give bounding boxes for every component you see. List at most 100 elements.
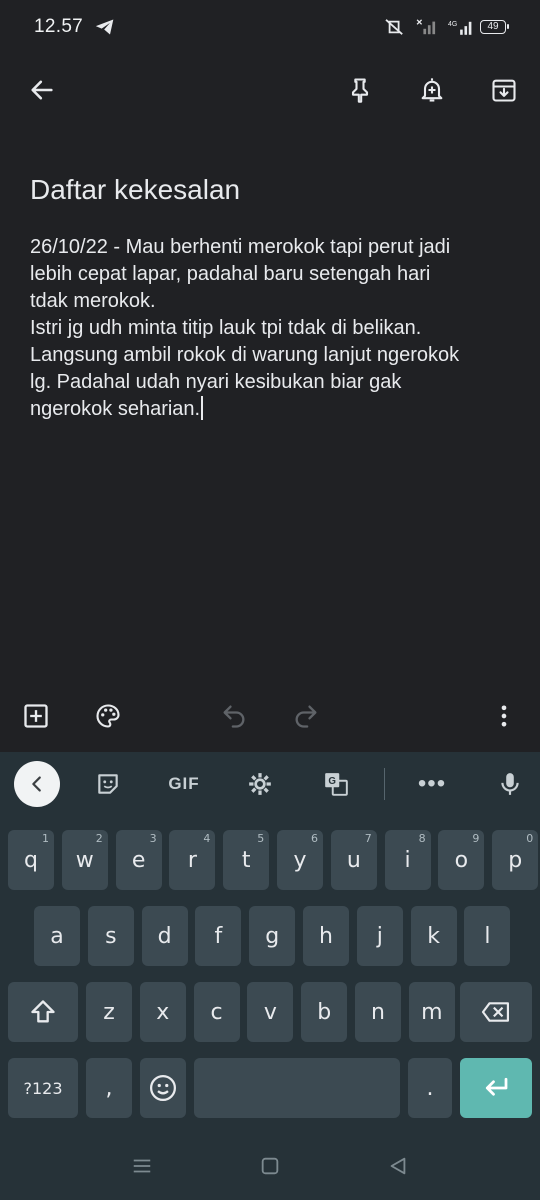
key-label: t <box>241 847 251 873</box>
backspace-icon <box>481 1002 509 1022</box>
home-button[interactable] <box>258 1154 282 1178</box>
note-body[interactable]: 26/10/22 - Mau berhenti merokok tapi per… <box>30 234 510 423</box>
back-nav-button[interactable] <box>386 1154 410 1178</box>
key-hint: 9 <box>472 832 480 845</box>
system-nav-bar <box>0 1132 540 1200</box>
reminder-button[interactable] <box>410 68 454 112</box>
telegram-icon <box>95 18 115 36</box>
note-title[interactable]: Daftar kekesalan <box>30 174 510 206</box>
key-y[interactable]: y6 <box>277 830 323 890</box>
key-label: u <box>346 847 361 873</box>
key-h[interactable]: h <box>303 906 349 966</box>
pin-button[interactable] <box>338 68 382 112</box>
triangle-back-icon <box>390 1157 406 1175</box>
sticker-button[interactable] <box>92 764 124 804</box>
gear-icon <box>249 773 271 795</box>
key-z[interactable]: z <box>86 982 132 1042</box>
shift-key[interactable] <box>8 982 78 1042</box>
emoji-icon <box>150 1075 176 1101</box>
no-signal-icon <box>416 18 438 36</box>
key-m[interactable]: m <box>408 982 455 1042</box>
key-d[interactable]: d <box>141 906 188 966</box>
key-e[interactable]: e3 <box>115 830 162 890</box>
shift-icon <box>31 1000 55 1023</box>
key-g[interactable]: g <box>249 906 296 966</box>
key-s[interactable]: s <box>87 906 134 966</box>
chevron-left-icon <box>32 776 41 792</box>
key-label: o <box>454 847 469 873</box>
more-tools-button[interactable]: ••• <box>410 764 454 804</box>
key-hint: 7 <box>364 832 372 845</box>
redo-button[interactable] <box>286 696 326 736</box>
background-color-button[interactable] <box>88 696 128 736</box>
key-hint: 0 <box>526 832 534 845</box>
undo-button[interactable] <box>214 696 254 736</box>
enter-icon <box>485 1077 508 1096</box>
archive-button[interactable] <box>482 68 526 112</box>
redo-icon <box>295 705 317 728</box>
key-label: i <box>404 847 411 873</box>
key-n[interactable]: n <box>355 982 401 1042</box>
svg-text:4G: 4G <box>448 21 457 28</box>
key-x[interactable]: x <box>139 982 186 1042</box>
arrow-back-icon <box>31 80 53 100</box>
key-v[interactable]: v <box>247 982 294 1042</box>
add-content-button[interactable] <box>16 696 56 736</box>
key-i[interactable]: i8 <box>384 830 431 890</box>
key-hint: 6 <box>311 832 318 845</box>
key-c[interactable]: c <box>193 982 240 1042</box>
comma-key[interactable]: , <box>86 1058 132 1118</box>
note-toolbar <box>0 60 540 120</box>
more-vert-icon <box>501 705 507 727</box>
key-o[interactable]: o9 <box>438 830 485 890</box>
key-j[interactable]: j <box>356 906 403 966</box>
key-label: p <box>508 847 523 873</box>
key-r[interactable]: r4 <box>169 830 216 890</box>
enter-key[interactable] <box>460 1058 532 1118</box>
period-key[interactable]: . <box>408 1058 452 1118</box>
emoji-key[interactable] <box>140 1058 186 1118</box>
key-u[interactable]: u7 <box>330 830 377 890</box>
voice-input-button[interactable] <box>494 764 526 804</box>
soft-keyboard: GIF G ••• q1w2e3r4t5y6u7i8o9p0 asdfghjkl… <box>0 752 540 1132</box>
keyboard-toolbar: GIF G ••• <box>0 752 540 816</box>
keyboard-settings-button[interactable] <box>244 764 276 804</box>
key-hint: 5 <box>257 832 265 845</box>
more-options-button[interactable] <box>484 696 524 736</box>
key-label: w <box>75 847 94 873</box>
pin-icon <box>351 78 369 103</box>
status-time: 12.57 <box>34 16 84 37</box>
key-p[interactable]: p0 <box>492 830 539 890</box>
key-f[interactable]: f <box>195 906 242 966</box>
space-key[interactable] <box>194 1058 400 1118</box>
key-q[interactable]: q1 <box>8 830 54 890</box>
key-l[interactable]: l <box>464 906 511 966</box>
toolbar-divider <box>384 768 385 800</box>
bell-plus-icon <box>421 78 443 102</box>
archive-icon <box>492 79 516 102</box>
backspace-key[interactable] <box>460 982 532 1042</box>
key-w[interactable]: w2 <box>61 830 108 890</box>
status-icons: 4G 49 <box>384 18 509 36</box>
add-box-icon <box>24 704 48 728</box>
signal-4g-icon: 4G <box>448 18 472 36</box>
recents-button[interactable] <box>130 1154 154 1178</box>
key-label: r <box>187 847 197 873</box>
key-b[interactable]: b <box>301 982 348 1042</box>
key-label: q <box>24 847 38 873</box>
note-body-text: 26/10/22 - Mau berhenti merokok tapi per… <box>30 236 460 420</box>
key-a[interactable]: a <box>34 906 80 966</box>
battery-indicator: 49 <box>480 20 509 34</box>
symbols-key[interactable]: ?123 <box>8 1058 78 1118</box>
back-button[interactable] <box>20 68 64 112</box>
key-hint: 8 <box>418 832 426 845</box>
key-t[interactable]: t5 <box>223 830 270 890</box>
sticker-icon <box>98 774 118 794</box>
keyboard-collapse-button[interactable] <box>14 761 60 807</box>
gif-button[interactable]: GIF <box>160 764 208 804</box>
translate-button[interactable]: G <box>320 764 352 804</box>
translate-icon: G <box>325 773 348 796</box>
microphone-icon <box>501 773 519 795</box>
key-k[interactable]: k <box>410 906 457 966</box>
undo-icon <box>223 705 245 728</box>
